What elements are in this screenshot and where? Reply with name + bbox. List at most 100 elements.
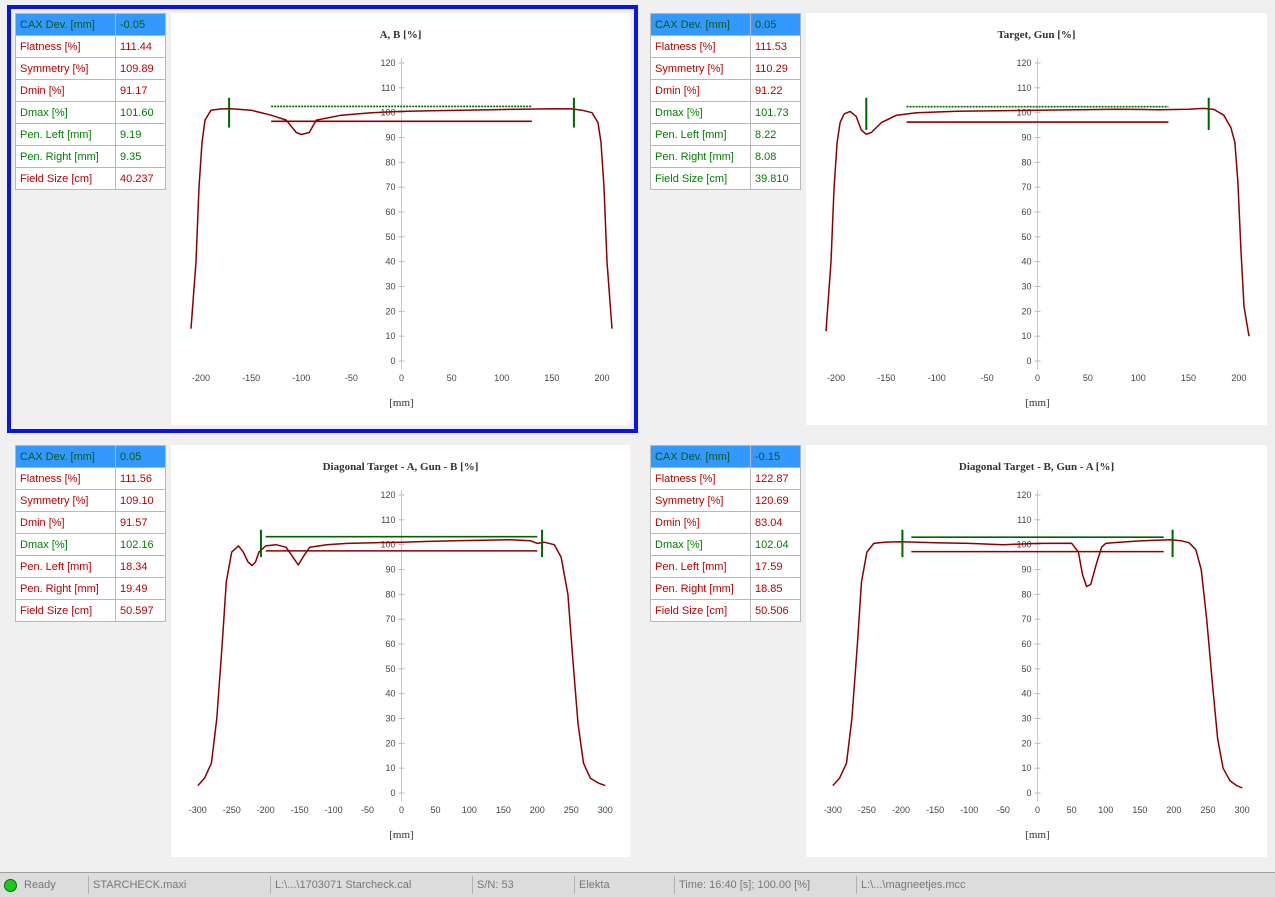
- stats-row: Dmax [%] 101.60: [15, 101, 166, 124]
- x-tick-label: -150: [877, 373, 895, 383]
- stat-label: Dmax [%]: [650, 533, 751, 556]
- stat-label: Pen. Right [mm]: [15, 145, 116, 168]
- stat-label: Pen. Right [mm]: [15, 577, 116, 600]
- stat-value: 109.89: [115, 57, 166, 80]
- y-tick-label: 90: [385, 133, 395, 143]
- x-tick-label: -150: [926, 805, 944, 815]
- chart-svg: Target, Gun [%] 0 10 20 30 40 50 60 70 80 90 100 110…: [825, 29, 1250, 409]
- y-tick-label: 90: [1021, 565, 1031, 575]
- stats-row: Dmax [%] 101.73: [650, 101, 801, 124]
- chart-svg: Diagonal Target - A, Gun - B [%] 0 10 20 30 4…: [189, 461, 613, 841]
- stats-row: Dmax [%] 102.04: [650, 533, 801, 556]
- x-tick-label: -50: [361, 805, 374, 815]
- x-tick-label: 0: [399, 373, 404, 383]
- y-tick-label: 80: [1021, 589, 1031, 599]
- x-tick-label: -250: [858, 805, 876, 815]
- x-tick-label: 50: [430, 805, 440, 815]
- stat-label: Flatness [%]: [15, 35, 116, 58]
- y-tick-label: 60: [385, 639, 395, 649]
- x-tick-label: 0: [1035, 373, 1040, 383]
- stat-value: 101.60: [115, 101, 166, 124]
- chart-target[interactable]: Target, Gun [%] 0 10 20 30 40 50 60 70 80 90 100 110…: [806, 13, 1267, 425]
- stat-label: Dmin [%]: [15, 511, 116, 534]
- stat-value: 8.22: [750, 123, 801, 146]
- stat-label: Field Size [cm]: [650, 599, 751, 622]
- x-tick-label: -250: [223, 805, 241, 815]
- stat-value: 91.22: [750, 79, 801, 102]
- y-tick-label: 30: [1021, 282, 1031, 292]
- y-tick-label: 10: [1021, 331, 1031, 341]
- stats-row: CAX Dev. [mm] 0.05: [15, 445, 166, 468]
- x-axis-label: [mm]: [1025, 397, 1049, 409]
- x-tick-label: 200: [1231, 373, 1246, 383]
- x-tick-label: 100: [494, 373, 509, 383]
- stat-value: 102.16: [115, 533, 166, 556]
- stat-value: 9.19: [115, 123, 166, 146]
- stat-label: Dmin [%]: [650, 79, 751, 102]
- stats-row: Pen. Right [mm] 9.35: [15, 145, 166, 168]
- stat-value: 109.10: [115, 489, 166, 512]
- stats-table-diag2: CAX Dev. [mm] -0.15 Flatness [%] 122.87 Symm…: [650, 445, 801, 622]
- chart-diag1[interactable]: Diagonal Target - A, Gun - B [%] 0 10 20 30 4…: [171, 445, 630, 857]
- stats-table-diag1: CAX Dev. [mm] 0.05 Flatness [%] 111.56 Symme…: [15, 445, 166, 622]
- stats-row: Dmin [%] 91.22: [650, 79, 801, 102]
- stat-label: Field Size [cm]: [15, 167, 116, 190]
- stat-label: CAX Dev. [mm]: [650, 13, 751, 36]
- stat-label: Pen. Right [mm]: [650, 145, 751, 168]
- stat-value: 9.35: [115, 145, 166, 168]
- stats-row: Pen. Right [mm] 18.85: [650, 577, 801, 600]
- y-tick-label: 30: [385, 282, 395, 292]
- stats-row: Symmetry [%] 110.29: [650, 57, 801, 80]
- y-tick-label: 10: [385, 331, 395, 341]
- stat-label: Symmetry [%]: [15, 57, 116, 80]
- y-tick-label: 0: [390, 356, 395, 366]
- x-tick-label: -200: [892, 805, 910, 815]
- stat-label: Pen. Left [mm]: [650, 555, 751, 578]
- x-tick-label: -300: [189, 805, 207, 815]
- stat-value: 40.237: [115, 167, 166, 190]
- stats-row: Symmetry [%] 109.10: [15, 489, 166, 512]
- y-tick-label: 110: [381, 83, 395, 93]
- x-tick-label: -100: [292, 373, 310, 383]
- x-tick-label: -100: [325, 805, 343, 815]
- y-tick-label: 110: [381, 515, 395, 525]
- stat-value: 39.810: [750, 167, 801, 190]
- stats-row: Symmetry [%] 120.69: [650, 489, 801, 512]
- stats-row: Pen. Right [mm] 19.49: [15, 577, 166, 600]
- status-led-icon: [4, 879, 17, 892]
- x-tick-label: -200: [192, 373, 210, 383]
- y-tick-label: 20: [385, 738, 395, 748]
- y-tick-label: 50: [385, 664, 395, 674]
- chart-title: A, B [%]: [380, 29, 422, 41]
- stats-row: CAX Dev. [mm] -0.15: [650, 445, 801, 468]
- x-tick-label: 50: [1067, 805, 1077, 815]
- stat-label: Dmax [%]: [15, 533, 116, 556]
- stat-label: Flatness [%]: [650, 35, 751, 58]
- y-tick-label: 90: [385, 565, 395, 575]
- y-tick-label: 10: [1021, 763, 1031, 773]
- x-tick-label: 200: [530, 805, 545, 815]
- y-tick-label: 120: [380, 58, 395, 68]
- x-tick-label: 150: [1181, 373, 1196, 383]
- stat-label: Dmin [%]: [15, 79, 116, 102]
- y-tick-label: 30: [1021, 714, 1031, 724]
- chart-diag2[interactable]: Diagonal Target - B, Gun - A [%] 0 10 20 30 4…: [806, 445, 1267, 857]
- stats-row: CAX Dev. [mm] -0.05: [15, 13, 166, 36]
- y-tick-label: 70: [385, 614, 395, 624]
- x-tick-label: -150: [291, 805, 309, 815]
- stat-label: Symmetry [%]: [15, 489, 116, 512]
- stat-label: Symmetry [%]: [650, 489, 751, 512]
- y-tick-label: 20: [1021, 738, 1031, 748]
- stats-row: Pen. Right [mm] 8.08: [650, 145, 801, 168]
- y-tick-label: 60: [385, 207, 395, 217]
- stat-label: Pen. Left [mm]: [15, 555, 116, 578]
- x-tick-label: 100: [462, 805, 477, 815]
- x-tick-label: 300: [598, 805, 613, 815]
- stat-value: 122.87: [750, 467, 801, 490]
- y-tick-label: 110: [1017, 83, 1031, 93]
- chart-title: Diagonal Target - B, Gun - A [%]: [959, 461, 1114, 473]
- chart-ab[interactable]: A, B [%] 0 10 20 30 40 50 60 70 80 90 100 110 120 -200…: [171, 13, 630, 425]
- x-axis-label: [mm]: [389, 829, 413, 841]
- y-tick-label: 110: [1017, 515, 1031, 525]
- y-tick-label: 40: [1021, 257, 1031, 267]
